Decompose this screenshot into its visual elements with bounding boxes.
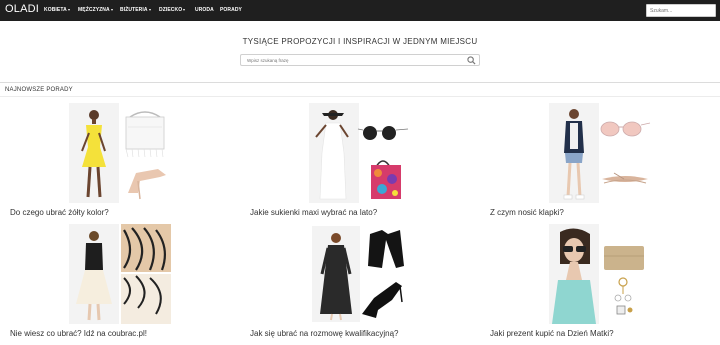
article-title[interactable]: Z czym nosić klapki? (490, 208, 564, 217)
site-logo[interactable]: OLADI (5, 3, 39, 15)
nav-item-dziecko[interactable]: DZIECKO (159, 7, 186, 13)
nav-search-input[interactable] (646, 4, 716, 17)
section-title: NAJNOWSZE PORADY (5, 87, 73, 93)
article-image-yellow-outfit[interactable] (10, 103, 240, 203)
hero-search-input[interactable] (240, 54, 480, 66)
article-image-mothers-day-gift[interactable] (490, 224, 720, 324)
chevron-down-icon (67, 8, 70, 11)
article-card[interactable]: Jak się ubrać na rozmowę kwalifikacyjną? (250, 224, 480, 344)
section-divider (0, 82, 720, 83)
article-image-flip-flops[interactable] (490, 103, 720, 203)
chevron-down-icon (110, 8, 113, 11)
search-icon[interactable] (467, 56, 476, 65)
article-title[interactable]: Jakie sukienki maxi wybrać na lato? (250, 208, 377, 217)
chevron-down-icon (183, 8, 186, 11)
top-navbar: OLADI KOBIETA MĘŻCZYZNA BIŻUTERIA DZIECK… (0, 0, 720, 21)
nav-item-porady[interactable]: PORADY (220, 7, 242, 13)
article-title[interactable]: Do czego ubrać żółty kolor? (10, 208, 109, 217)
article-card[interactable]: Jaki prezent kupić na Dzień Matki? (490, 224, 720, 344)
article-card[interactable]: Z czym nosić klapki? (490, 103, 720, 223)
nav-item-kobieta[interactable]: KOBIETA (44, 7, 70, 13)
article-card[interactable]: Jakie sukienki maxi wybrać na lato? (250, 103, 480, 223)
article-title[interactable]: Jaki prezent kupić na Dzień Matki? (490, 329, 614, 338)
article-card[interactable]: Nie wiesz co ubrać? Idź na coubrac.pl! (10, 224, 240, 344)
article-card[interactable]: Do czego ubrać żółty kolor? (10, 103, 240, 223)
nav-item-bizuteria[interactable]: BIŻUTERIA (120, 7, 151, 13)
nav-item-mezczyzna[interactable]: MĘŻCZYZNA (78, 7, 113, 13)
hero-title: TYSIĄCE PROPOZYCJI I INSPIRACJI W JEDNYM… (242, 37, 478, 46)
article-image-lace-dress[interactable] (10, 224, 240, 324)
section-divider-thin (0, 96, 720, 97)
article-title[interactable]: Nie wiesz co ubrać? Idź na coubrac.pl! (10, 329, 147, 338)
article-image-interview-outfit[interactable] (250, 224, 480, 324)
nav-item-uroda[interactable]: URODA (195, 7, 214, 13)
article-image-maxi-dress[interactable] (250, 103, 480, 203)
article-title[interactable]: Jak się ubrać na rozmowę kwalifikacyjną? (250, 329, 399, 338)
chevron-down-icon (148, 8, 151, 11)
